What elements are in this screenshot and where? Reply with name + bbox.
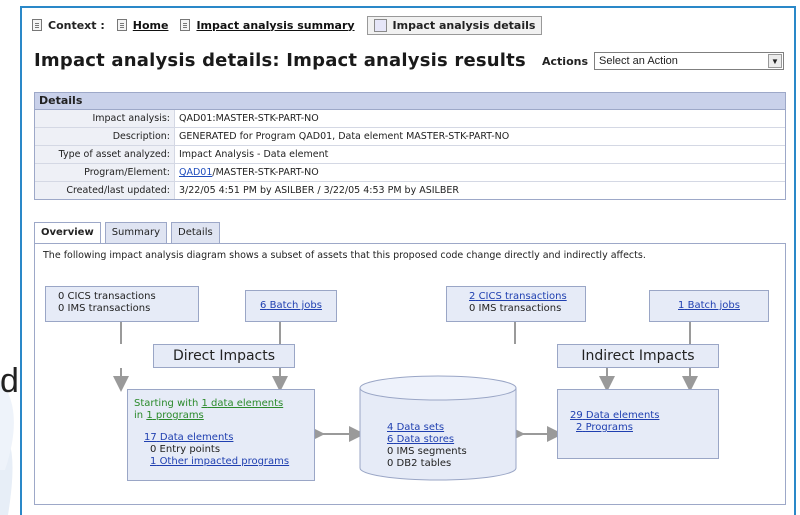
prog-label: Programs bbox=[585, 422, 633, 433]
page-icon bbox=[116, 19, 127, 31]
actions-control: Actions Select an Action ▼ bbox=[542, 52, 784, 70]
prog-count: 1 bbox=[146, 410, 153, 421]
tab-overview[interactable]: Overview bbox=[34, 222, 101, 244]
start-prefix: Starting with bbox=[134, 398, 199, 409]
document-icon bbox=[32, 19, 42, 31]
breadcrumb-summary-link[interactable]: Impact analysis summary bbox=[196, 19, 354, 32]
db2-tables: 0 DB2 tables bbox=[387, 458, 452, 469]
chevron-down-icon[interactable]: ▼ bbox=[768, 54, 782, 68]
indirect-impacts-header: Indirect Impacts bbox=[557, 344, 719, 368]
entry-points: 0 Entry points bbox=[150, 444, 221, 455]
de-count: 17 bbox=[144, 432, 157, 443]
start-label: data elements bbox=[211, 398, 284, 409]
prog-label: programs bbox=[155, 410, 204, 421]
ds-label: Data sets bbox=[396, 422, 445, 433]
other-count: 1 bbox=[150, 456, 157, 467]
app-window: Context : Home Impact analysis summary I… bbox=[20, 6, 796, 515]
page-title: Impact analysis details: Impact analysis… bbox=[34, 50, 526, 71]
indirect-transactions-box: 2 CICS transactions 0 IMS transactions bbox=[446, 286, 586, 322]
overview-panel: The following impact analysis diagram sh… bbox=[34, 243, 786, 505]
batch-count: 6 bbox=[260, 300, 267, 311]
dst-count: 6 bbox=[387, 434, 394, 445]
ims-segments: 0 IMS segments bbox=[387, 446, 467, 457]
details-table: Details Impact analysis: QAD01:MASTER-ST… bbox=[34, 92, 786, 200]
breadcrumb-home-link[interactable]: Home bbox=[133, 19, 169, 32]
details-row: Created/last updated: 3/22/05 4:51 PM by… bbox=[35, 182, 785, 199]
direct-data-elements-link[interactable]: 17 Data elements bbox=[144, 432, 233, 443]
breadcrumb-current: Impact analysis details bbox=[366, 15, 543, 35]
cics-count: 2 bbox=[469, 291, 476, 302]
actions-select-value: Select an Action bbox=[599, 55, 678, 67]
direct-impacts-box: Starting with 1 data elements in 1 progr… bbox=[127, 389, 315, 481]
start-count: 1 bbox=[201, 398, 208, 409]
details-header: Details bbox=[35, 93, 785, 110]
details-key: Description: bbox=[35, 128, 175, 145]
ims-count: 0 IMS transactions bbox=[469, 303, 562, 314]
analysis-icon bbox=[373, 18, 387, 32]
datastore-cylinder-top bbox=[359, 375, 517, 401]
details-row: Program/Element: QAD01/MASTER-STK-PART-N… bbox=[35, 164, 785, 182]
direct-batch-box: 6 Batch jobs bbox=[245, 290, 337, 322]
batch-count: 1 bbox=[678, 300, 685, 311]
batch-label: Batch jobs bbox=[269, 300, 322, 311]
in-programs-text: in 1 programs bbox=[134, 410, 314, 422]
start-programs-link[interactable]: 1 programs bbox=[146, 410, 203, 421]
de-count: 29 bbox=[570, 410, 583, 421]
indirect-data-elements-link[interactable]: 29 Data elements bbox=[570, 410, 659, 421]
de-label: Data elements bbox=[159, 432, 234, 443]
direct-batch-link[interactable]: 6 Batch jobs bbox=[260, 300, 322, 312]
datastore-contents: 4 Data sets 6 Data stores 0 IMS segments… bbox=[387, 422, 467, 470]
details-value: GENERATED for Program QAD01, Data elemen… bbox=[179, 131, 510, 142]
program-link[interactable]: QAD01 bbox=[179, 167, 212, 178]
starting-with-text: Starting with 1 data elements bbox=[134, 398, 314, 410]
details-key: Created/last updated: bbox=[35, 182, 175, 199]
direct-impacts-header: Direct Impacts bbox=[153, 344, 295, 368]
details-key: Program/Element: bbox=[35, 164, 175, 181]
indirect-batch-link[interactable]: 1 Batch jobs bbox=[678, 300, 740, 312]
direct-transactions-box: 0 CICS transactions 0 IMS transactions bbox=[45, 286, 199, 322]
side-partial-text: d bbox=[0, 362, 19, 400]
ds-count: 4 bbox=[387, 422, 394, 433]
details-value: QAD01:MASTER-STK-PART-NO bbox=[179, 113, 319, 124]
page-icon bbox=[180, 19, 191, 31]
tab-summary[interactable]: Summary bbox=[104, 222, 168, 243]
details-row: Impact analysis: QAD01:MASTER-STK-PART-N… bbox=[35, 110, 785, 128]
context-label: Context : bbox=[48, 18, 105, 32]
cics-count: 0 CICS transactions bbox=[58, 291, 156, 302]
breadcrumb-current-label: Impact analysis details bbox=[392, 18, 536, 32]
indirect-batch-box: 1 Batch jobs bbox=[649, 290, 769, 322]
details-value: Impact Analysis - Data element bbox=[179, 149, 329, 160]
details-key: Impact analysis: bbox=[35, 110, 175, 127]
batch-label: Batch jobs bbox=[687, 300, 740, 311]
prog-count: 2 bbox=[576, 422, 583, 433]
actions-select[interactable]: Select an Action ▼ bbox=[594, 52, 784, 70]
indirect-cics-link[interactable]: 2 CICS transactions bbox=[469, 291, 567, 302]
start-elements-link[interactable]: 1 data elements bbox=[201, 398, 283, 409]
de-label: Data elements bbox=[585, 410, 660, 421]
ims-count: 0 IMS transactions bbox=[58, 303, 151, 314]
direct-counts: 17 Data elements 0 Entry points 1 Other … bbox=[134, 432, 314, 468]
cics-label: CICS transactions bbox=[478, 291, 567, 302]
details-row: Type of asset analyzed: Impact Analysis … bbox=[35, 146, 785, 164]
other-label: Other impacted programs bbox=[159, 456, 290, 467]
indirect-impacts-box: 29 Data elements 2 Programs bbox=[557, 389, 719, 459]
data-sets-link[interactable]: 4 Data sets bbox=[387, 422, 444, 433]
tab-bar: Overview Summary Details bbox=[34, 222, 224, 244]
in-prefix: in bbox=[134, 410, 144, 421]
details-value: 3/22/05 4:51 PM by ASILBER / 3/22/05 4:5… bbox=[179, 185, 459, 196]
breadcrumb: Context : Home Impact analysis summary I… bbox=[32, 14, 543, 36]
indirect-programs-link[interactable]: 2 Programs bbox=[576, 422, 633, 433]
details-key: Type of asset analyzed: bbox=[35, 146, 175, 163]
element-name: /MASTER-STK-PART-NO bbox=[212, 167, 319, 178]
tab-details[interactable]: Details bbox=[171, 222, 220, 243]
details-row: Description: GENERATED for Program QAD01… bbox=[35, 128, 785, 146]
dst-label: Data stores bbox=[396, 434, 455, 445]
actions-label: Actions bbox=[542, 54, 588, 68]
other-programs-link[interactable]: 1 Other impacted programs bbox=[150, 456, 289, 467]
data-stores-link[interactable]: 6 Data stores bbox=[387, 434, 454, 445]
details-value: QAD01/MASTER-STK-PART-NO bbox=[175, 164, 319, 181]
